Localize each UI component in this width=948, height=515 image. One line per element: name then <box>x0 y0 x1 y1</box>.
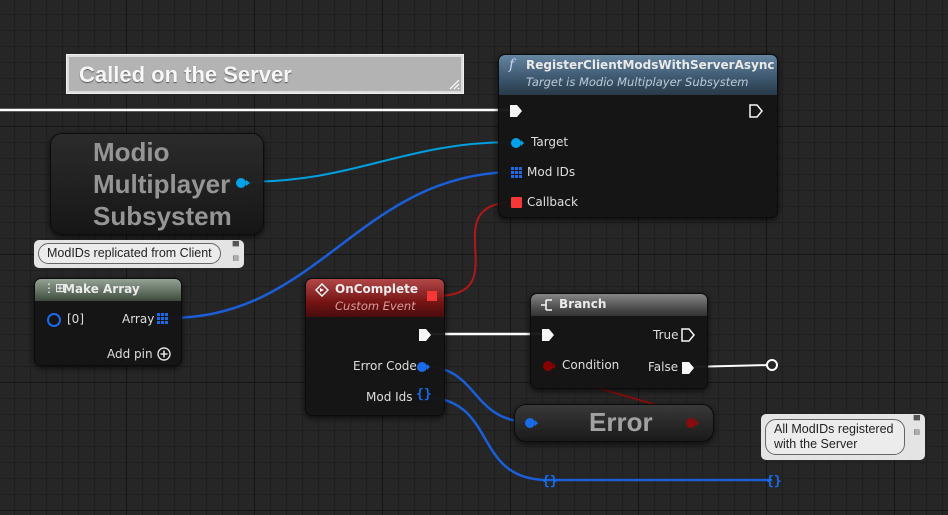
branch-icon <box>541 299 552 311</box>
branch-header: Branch <box>531 294 707 316</box>
subsystem-label-line1: Modio <box>93 137 170 167</box>
mod-ids-out-pin-label: Mod Ids <box>366 390 413 404</box>
subsystem-output-pin[interactable] <box>235 177 251 189</box>
make-array-header: ⋮⊞ Make Array <box>35 279 181 301</box>
error-output-pin[interactable] <box>685 417 699 429</box>
reroute-array-pin-right: {} <box>766 474 782 489</box>
mod-ids-out-pin[interactable]: {} <box>416 387 432 402</box>
oncomplete-title: OnComplete <box>335 282 419 296</box>
add-pin-icon[interactable] <box>157 347 171 361</box>
oncomplete-header: OnComplete Custom Event <box>306 279 444 317</box>
function-icon: f <box>509 57 515 73</box>
final-bubble-expand-icon: ▤ <box>913 429 920 436</box>
reroute-array-pin-left: {} <box>542 474 558 489</box>
branch-title: Branch <box>559 297 607 311</box>
array-out-pin[interactable] <box>157 313 169 325</box>
modio-subsystem-node[interactable]: Modio Multiplayer Subsystem <box>50 133 264 235</box>
reroute-exec-node <box>766 359 778 371</box>
registered-comment-line1: All ModIDs registered <box>774 422 894 436</box>
condition-pin[interactable] <box>542 360 556 372</box>
oncomplete-exec-out-pin[interactable] <box>418 328 432 342</box>
target-pin-label: Target <box>531 135 569 149</box>
false-pin-label: False <box>648 360 679 374</box>
make-array-node[interactable]: ⋮⊞ Make Array [0] Array Add pin <box>34 278 182 366</box>
exec-out-pin[interactable] <box>749 104 763 118</box>
register-node-subtitle: Target is Modio Multiplayer Subsystem <box>526 75 749 89</box>
make-array-icon: ⋮⊞ <box>43 281 66 295</box>
index0-pin[interactable] <box>47 313 61 327</box>
comment-box[interactable]: Called on the Server <box>66 54 464 94</box>
comment-resize-handle[interactable] <box>448 78 460 90</box>
mod-ids-pin-label: Mod IDs <box>527 165 576 179</box>
oncomplete-event-node[interactable]: OnComplete Custom Event Error Code Mod I… <box>305 278 445 416</box>
callback-pin[interactable] <box>511 197 522 208</box>
bubble-pin-icon: ▀ <box>232 241 239 251</box>
register-node-header: f RegisterClientModsWithServerAsync Targ… <box>499 55 777 95</box>
register-client-mods-node[interactable]: f RegisterClientModsWithServerAsync Targ… <box>498 54 778 218</box>
registered-comment-bubble[interactable]: All ModIDs registered with the Server ▀ … <box>761 414 925 460</box>
subsystem-label-line2: Multiplayer <box>93 169 231 199</box>
register-node-title: RegisterClientModsWithServerAsync <box>526 58 775 72</box>
final-bubble-pin-icon: ▀ <box>913 415 920 425</box>
exec-in-pin[interactable] <box>509 104 523 118</box>
event-diamond-icon <box>315 283 329 297</box>
callback-pin-label: Callback <box>527 195 578 209</box>
error-code-pin-label: Error Code <box>353 359 417 373</box>
index0-pin-label: [0] <box>67 312 84 326</box>
true-pin-label: True <box>653 328 679 342</box>
array-pin-label: Array <box>122 312 155 326</box>
false-exec-pin[interactable] <box>681 361 695 375</box>
bubble-expand-icon: ▤ <box>232 255 239 262</box>
branch-exec-in-pin[interactable] <box>541 328 555 342</box>
target-pin[interactable] <box>510 137 524 149</box>
error-code-pin[interactable] <box>416 361 430 373</box>
error-node[interactable]: Error <box>514 404 714 442</box>
condition-pin-label: Condition <box>562 358 620 372</box>
error-node-label: Error <box>589 407 653 437</box>
mod-ids-pin[interactable] <box>511 167 523 179</box>
subsystem-node-label: Modio Multiplayer Subsystem <box>93 136 232 232</box>
registered-comment-text: All ModIDs registered with the Server <box>765 419 905 455</box>
subsystem-label-line3: Subsystem <box>93 201 232 231</box>
branch-node[interactable]: Branch True Condition False <box>530 293 708 389</box>
true-exec-pin[interactable] <box>681 328 695 342</box>
oncomplete-subtitle: Custom Event <box>335 299 416 313</box>
make-array-comment-bubble[interactable]: ModIDs replicated from Client ▀ ▤ <box>34 240 244 268</box>
add-pin-label[interactable]: Add pin <box>107 347 153 361</box>
make-array-comment-text: ModIDs replicated from Client <box>38 243 221 264</box>
error-input-pin[interactable] <box>524 417 538 429</box>
make-array-title: Make Array <box>63 282 140 296</box>
comment-title: Called on the Server <box>79 62 292 87</box>
delegate-out-pin[interactable] <box>427 291 437 301</box>
registered-comment-line2: with the Server <box>774 437 858 451</box>
